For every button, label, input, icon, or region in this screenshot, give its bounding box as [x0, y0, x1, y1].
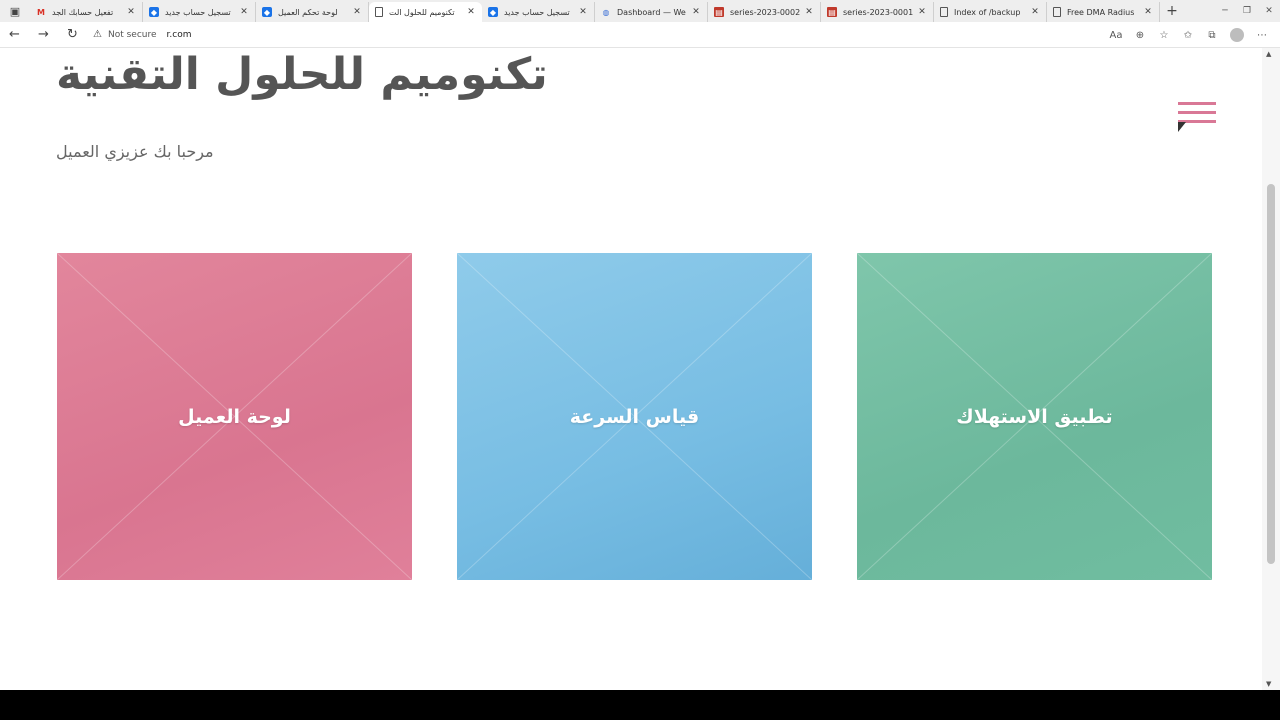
profile-avatar-icon[interactable] [1230, 28, 1244, 42]
browser-tab[interactable]: ◆ لوحة تحكم العميل ✕ [256, 2, 369, 22]
browser-tab[interactable]: ◍ Dashboard — We ✕ [595, 2, 708, 22]
address-bar[interactable]: ⚠ Not secure r.com [93, 25, 1103, 45]
welcome-text: مرحبا بك عزيزي العميل [56, 142, 214, 161]
tab-strip: ▣ M تفعيل حسابك الجد ✕ ◆ تسجيل حساب جديد… [0, 0, 1280, 22]
read-aloud-icon[interactable]: Aa [1104, 30, 1128, 41]
browser-tab-active[interactable]: تكنوميم للحلول الت ✕ [369, 2, 482, 22]
document-icon [1053, 7, 1061, 17]
pdf-icon: ▤ [827, 7, 837, 17]
new-tab-plus-icon[interactable]: + [1160, 3, 1184, 19]
tab-title: لوحة تحكم العميل [278, 7, 338, 17]
shield-icon: ◆ [262, 7, 272, 17]
page-viewport: تكنوميم للحلول التقنية مرحبا بك عزيزي ال… [0, 48, 1262, 690]
security-status-label[interactable]: Not secure [108, 30, 157, 40]
browser-tab[interactable]: ◆ تسجيل حساب جديد ✕ [143, 2, 256, 22]
tab-title: تكنوميم للحلول الت [389, 7, 455, 17]
tab-title: تسجيل حساب جديد [504, 7, 570, 17]
card-usage-app[interactable]: تطبيق الاستهلاك [857, 253, 1212, 580]
document-icon [375, 7, 383, 17]
window-controls: ─ ❐ ✕ [1214, 0, 1280, 22]
restore-icon[interactable]: ❐ [1236, 6, 1258, 16]
card-client-panel[interactable]: لوحة العميل [57, 253, 412, 580]
close-tab-icon[interactable]: ✕ [1143, 7, 1153, 17]
tab-title: series-2023-0001 [843, 7, 914, 17]
url-text[interactable]: r.com [167, 30, 192, 40]
card-label: تطبيق الاستهلاك [956, 405, 1113, 428]
gmail-icon: M [37, 7, 45, 17]
address-toolbar: ← → ↻ ⚠ Not secure r.com Aa ⊕ ☆ ✩ ⧉ ⋯ [0, 22, 1280, 48]
tab-actions-menu-icon[interactable]: ▣ [0, 0, 30, 22]
vertical-scrollbar[interactable]: ▲ ▼ [1262, 48, 1280, 690]
tab-title: تفعيل حسابك الجد [52, 7, 114, 17]
pdf-icon: ▤ [714, 7, 724, 17]
shield-icon: ◆ [149, 7, 159, 17]
browser-tab[interactable]: ▤ series-2023-0002 ✕ [708, 2, 821, 22]
scrollbar-thumb[interactable] [1267, 184, 1275, 564]
add-favorite-icon[interactable]: ☆ [1152, 30, 1176, 41]
favorites-icon[interactable]: ✩ [1176, 30, 1200, 41]
mouse-cursor-icon [1178, 122, 1186, 132]
site-title: تكنوميم للحلول التقنية [56, 49, 548, 100]
close-tab-icon[interactable]: ✕ [917, 7, 927, 17]
collections-icon[interactable]: ⧉ [1200, 30, 1224, 41]
close-tab-icon[interactable]: ✕ [126, 7, 136, 17]
tab-title: Dashboard — We [617, 7, 686, 17]
zoom-icon[interactable]: ⊕ [1128, 30, 1152, 41]
close-tab-icon[interactable]: ✕ [239, 7, 249, 17]
tab-title: تسجيل حساب جديد [165, 7, 231, 17]
close-tab-icon[interactable]: ✕ [1030, 7, 1040, 17]
globe-icon: ◍ [602, 7, 610, 17]
minimize-icon[interactable]: ─ [1214, 6, 1236, 16]
forward-arrow-icon[interactable]: → [29, 27, 58, 42]
browser-tab[interactable]: M تفعيل حسابك الجد ✕ [30, 2, 143, 22]
shield-icon: ◆ [488, 7, 498, 17]
more-options-icon[interactable]: ⋯ [1250, 30, 1274, 41]
reload-icon[interactable]: ↻ [58, 27, 87, 42]
close-window-icon[interactable]: ✕ [1258, 6, 1280, 16]
close-tab-icon[interactable]: ✕ [804, 7, 814, 17]
browser-tab[interactable]: Free DMA Radius ✕ [1047, 2, 1160, 22]
browser-tab[interactable]: Index of /backup ✕ [934, 2, 1047, 22]
close-tab-icon[interactable]: ✕ [691, 7, 701, 17]
browser-tab[interactable]: ▤ series-2023-0001 ✕ [821, 2, 934, 22]
tab-title: Index of /backup [954, 7, 1021, 17]
back-arrow-icon[interactable]: ← [0, 27, 29, 42]
warning-triangle-icon[interactable]: ⚠ [93, 29, 102, 40]
tab-title: Free DMA Radius [1067, 7, 1135, 17]
close-tab-icon[interactable]: ✕ [578, 7, 588, 17]
browser-window: ▣ M تفعيل حسابك الجد ✕ ◆ تسجيل حساب جديد… [0, 0, 1280, 690]
toolbar-icons: Aa ⊕ ☆ ✩ ⧉ ⋯ [1104, 22, 1274, 48]
close-tab-icon[interactable]: ✕ [466, 7, 476, 17]
scroll-up-icon[interactable]: ▲ [1266, 50, 1271, 58]
card-speed-test[interactable]: قياس السرعة [457, 253, 812, 580]
document-icon [940, 7, 948, 17]
browser-tab[interactable]: ◆ تسجيل حساب جديد ✕ [482, 2, 595, 22]
close-tab-icon[interactable]: ✕ [352, 7, 362, 17]
scroll-down-icon[interactable]: ▼ [1266, 680, 1271, 688]
tab-title: series-2023-0002 [730, 7, 801, 17]
card-label: لوحة العميل [178, 405, 291, 428]
card-label: قياس السرعة [569, 405, 700, 428]
